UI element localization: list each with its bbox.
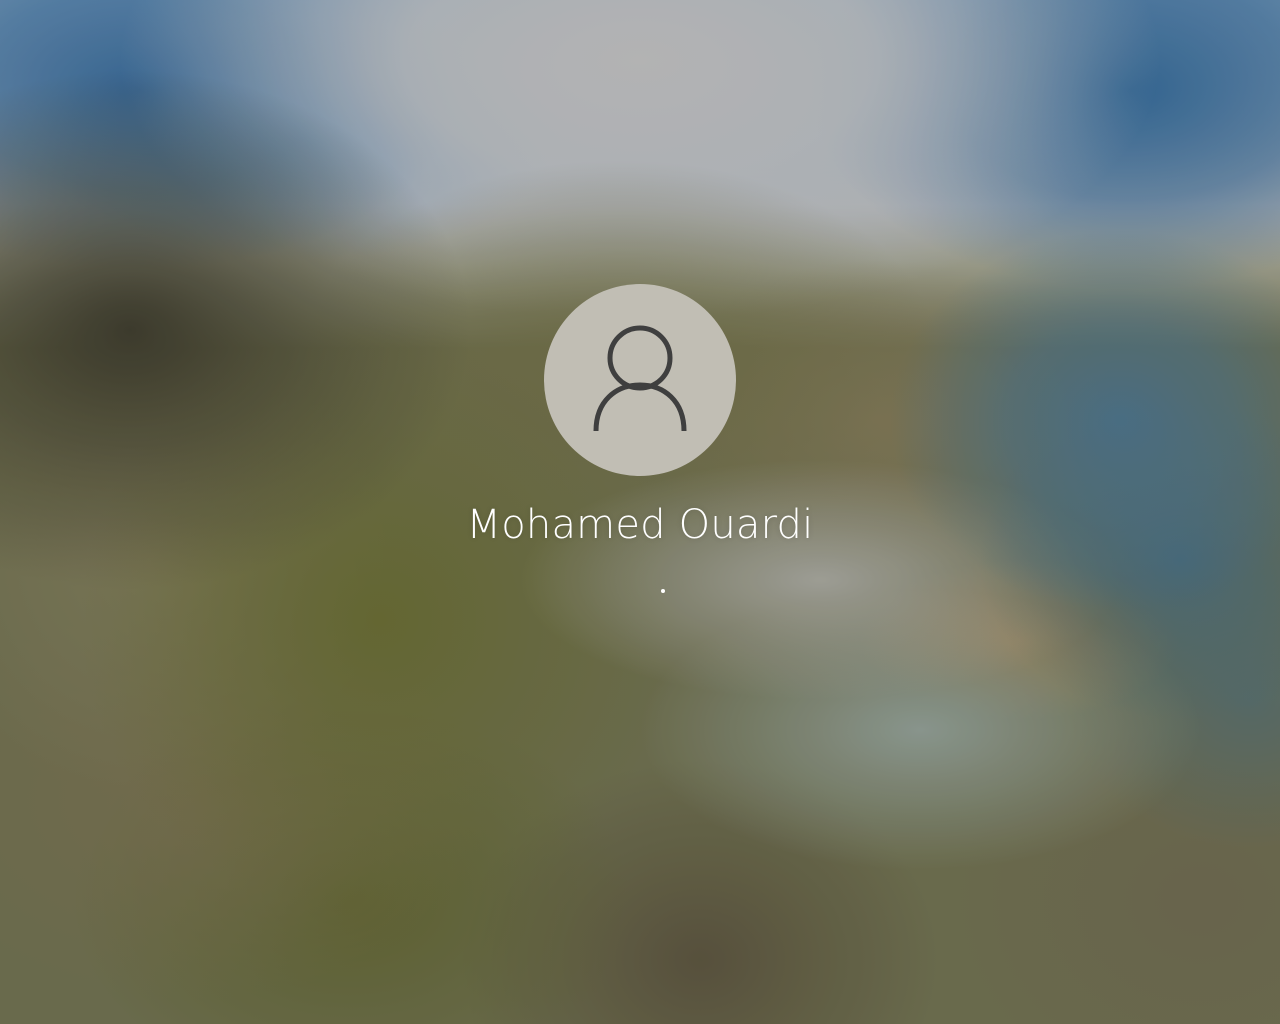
user-display-name: Mohamed Ouardi bbox=[466, 502, 814, 548]
user-silhouette-icon bbox=[593, 325, 687, 432]
loading-dots-indicator bbox=[540, 589, 740, 595]
user-avatar bbox=[544, 284, 736, 476]
sign-in-screen: Mohamed Ouardi bbox=[0, 0, 1280, 1024]
progress-dot bbox=[661, 589, 665, 593]
login-panel: Mohamed Ouardi bbox=[0, 284, 1280, 595]
